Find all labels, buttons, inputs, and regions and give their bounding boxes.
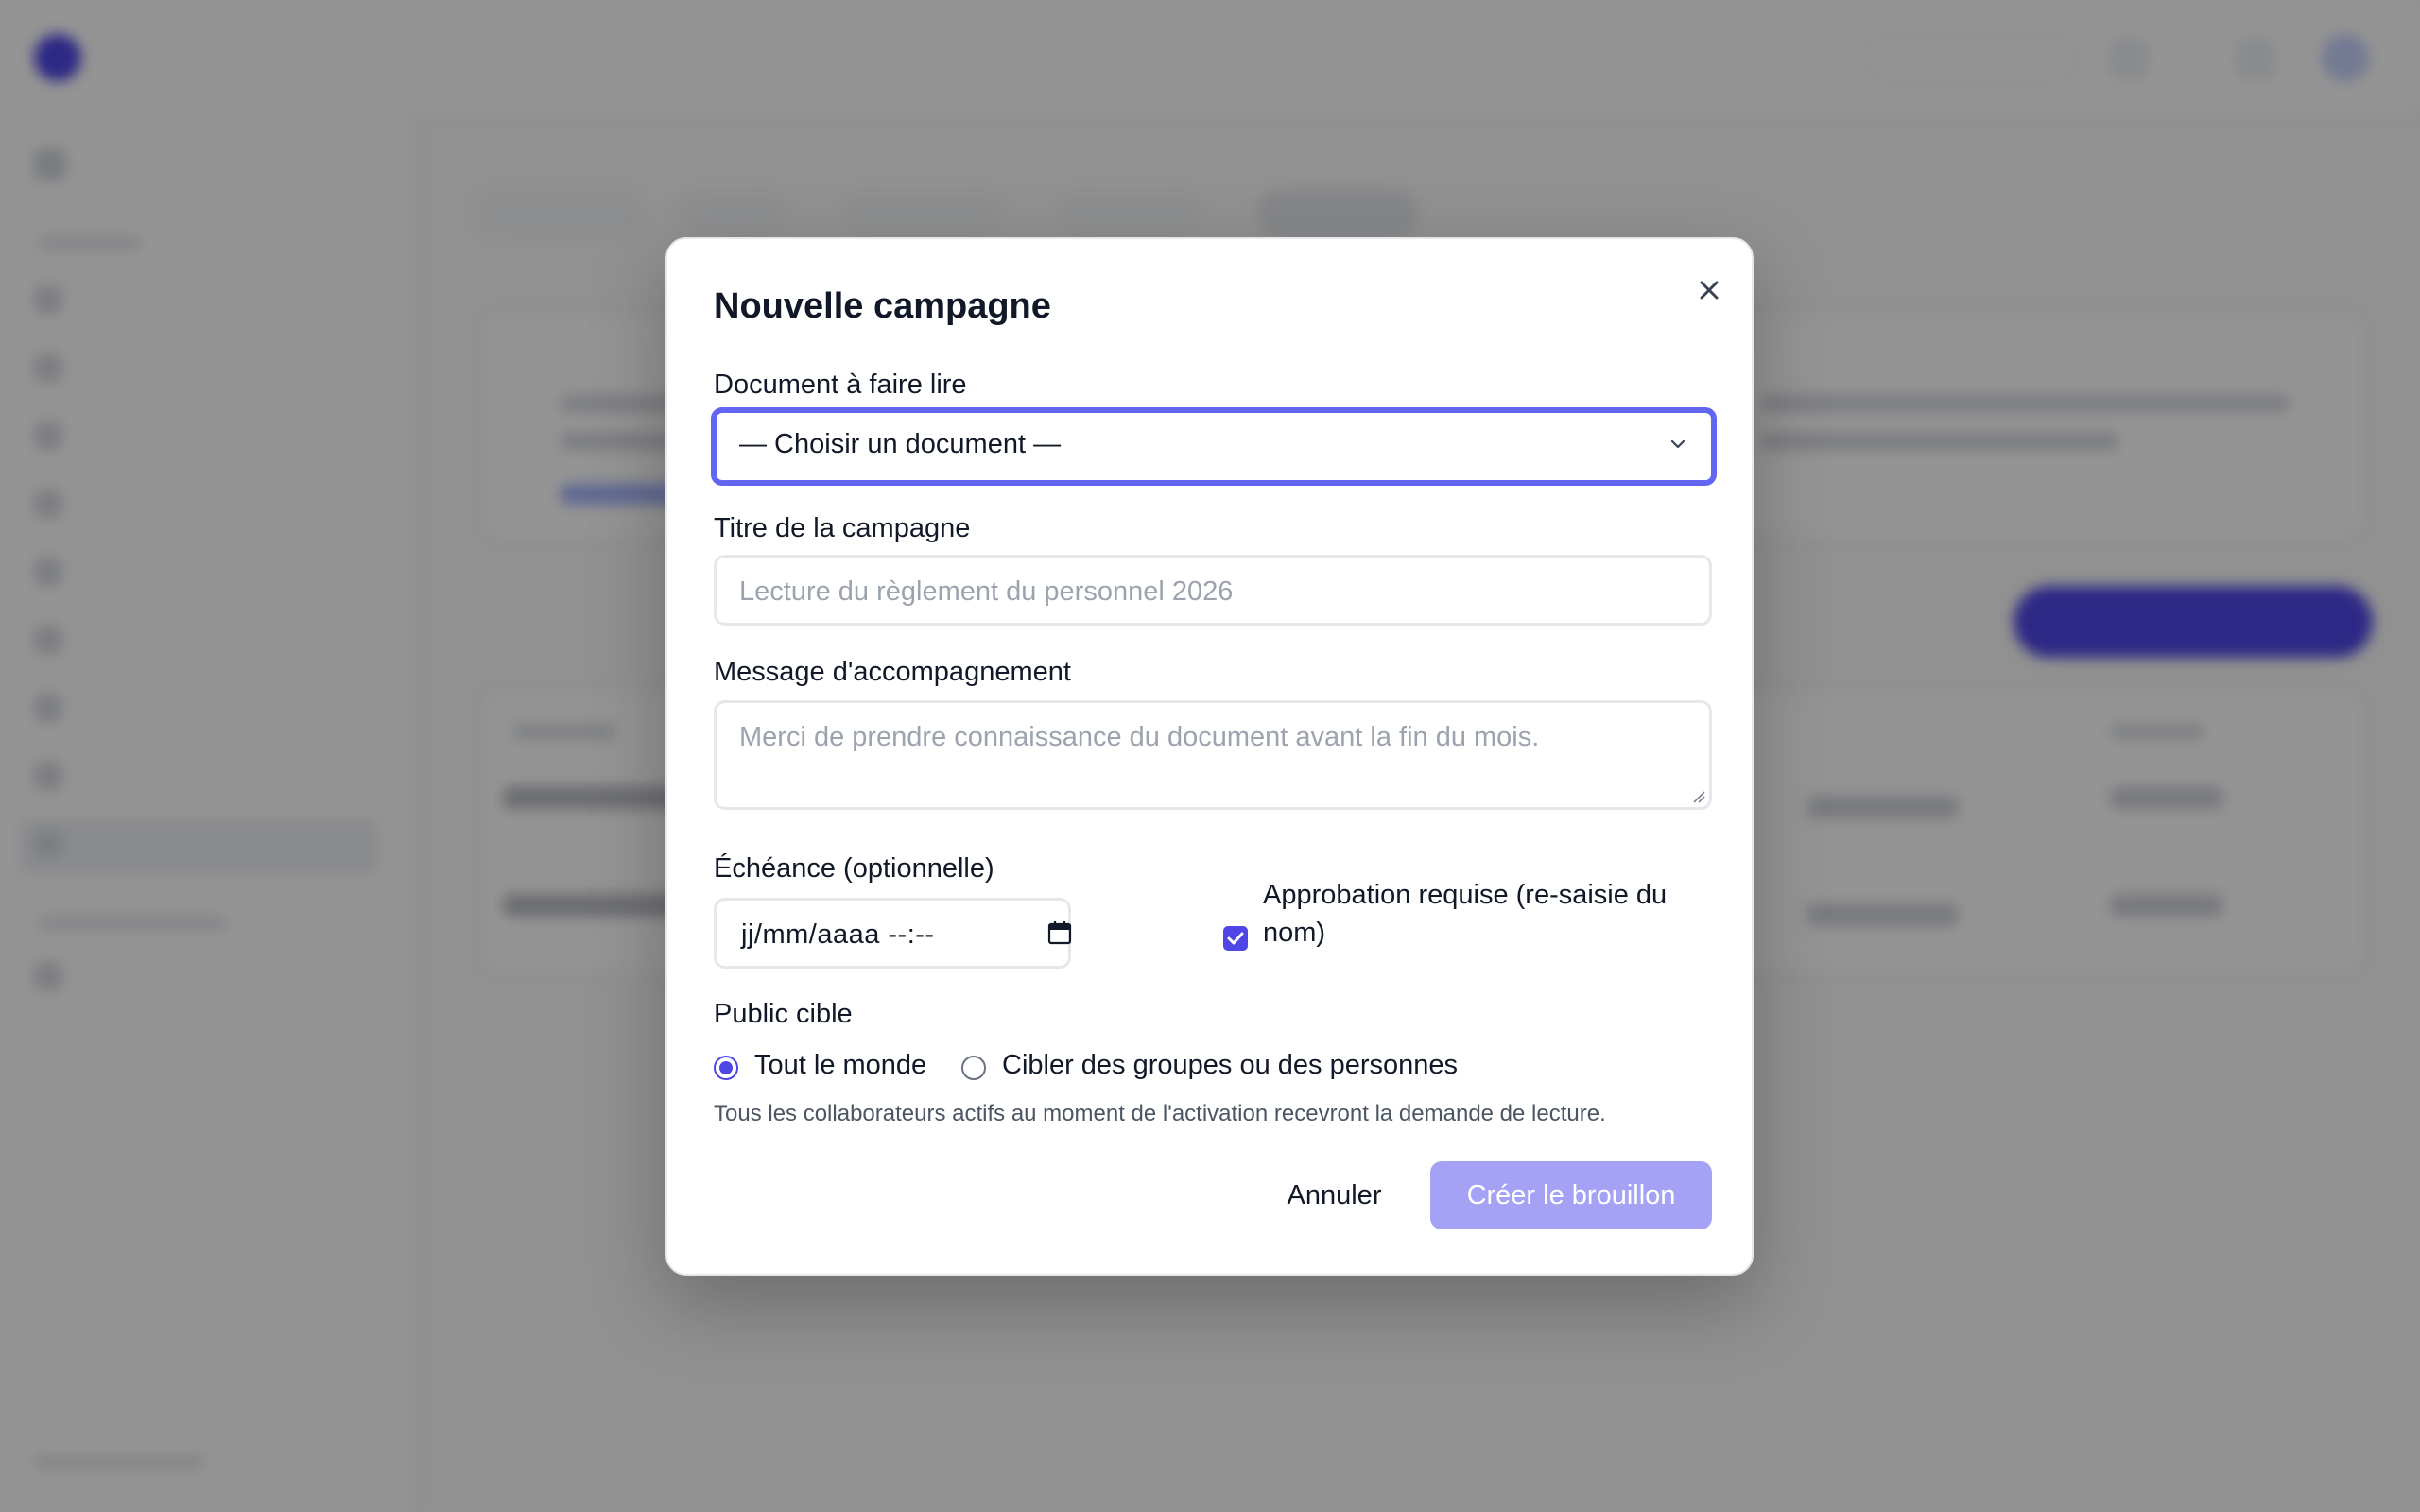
approval-checkbox[interactable] — [1223, 926, 1248, 951]
close-button[interactable] — [1688, 269, 1730, 311]
message-placeholder: Merci de prendre connaissance du documen… — [739, 722, 1540, 752]
dialog-title: Nouvelle campagne — [714, 286, 1051, 326]
deadline-value: jj/mm/aaaa --:-- — [741, 919, 935, 950]
document-select-value: — Choisir un document — — [739, 429, 1062, 459]
campaign-title-input[interactable]: Lecture du règlement du personnel 2026 — [714, 555, 1712, 626]
create-draft-button[interactable]: Créer le brouillon — [1430, 1161, 1712, 1229]
deadline-input[interactable]: jj/mm/aaaa --:-- — [714, 898, 1071, 969]
message-label: Message d'accompagnement — [714, 657, 1071, 687]
deadline-label: Échéance (optionnelle) — [714, 853, 994, 884]
campaign-title-placeholder: Lecture du règlement du personnel 2026 — [739, 576, 1234, 607]
chevron-down-icon — [1670, 439, 1685, 449]
audience-radio-everyone[interactable] — [714, 1056, 738, 1080]
audience-label: Public cible — [714, 999, 853, 1029]
check-icon — [1227, 932, 1244, 945]
audience-radio-targeted[interactable] — [961, 1056, 986, 1080]
close-icon — [1700, 281, 1719, 300]
audience-hint: Tous les collaborateurs actifs au moment… — [714, 1101, 1606, 1126]
cancel-button[interactable]: Annuler — [1272, 1162, 1396, 1228]
campaign-title-label: Titre de la campagne — [714, 513, 971, 543]
audience-option-targeted[interactable]: Cibler des groupes ou des personnes — [1002, 1050, 1458, 1081]
calendar-icon[interactable] — [1046, 919, 1074, 947]
document-select[interactable]: — Choisir un document — — [711, 407, 1717, 486]
audience-option-everyone[interactable]: Tout le monde — [754, 1050, 926, 1081]
resize-handle-icon[interactable] — [1690, 788, 1705, 803]
new-campaign-dialog: Nouvelle campagne Document à faire lire … — [666, 237, 1754, 1276]
approval-label[interactable]: Approbation requise (re-saisie du nom) — [1263, 876, 1707, 952]
document-label: Document à faire lire — [714, 369, 967, 400]
message-textarea[interactable]: Merci de prendre connaissance du documen… — [714, 700, 1712, 810]
